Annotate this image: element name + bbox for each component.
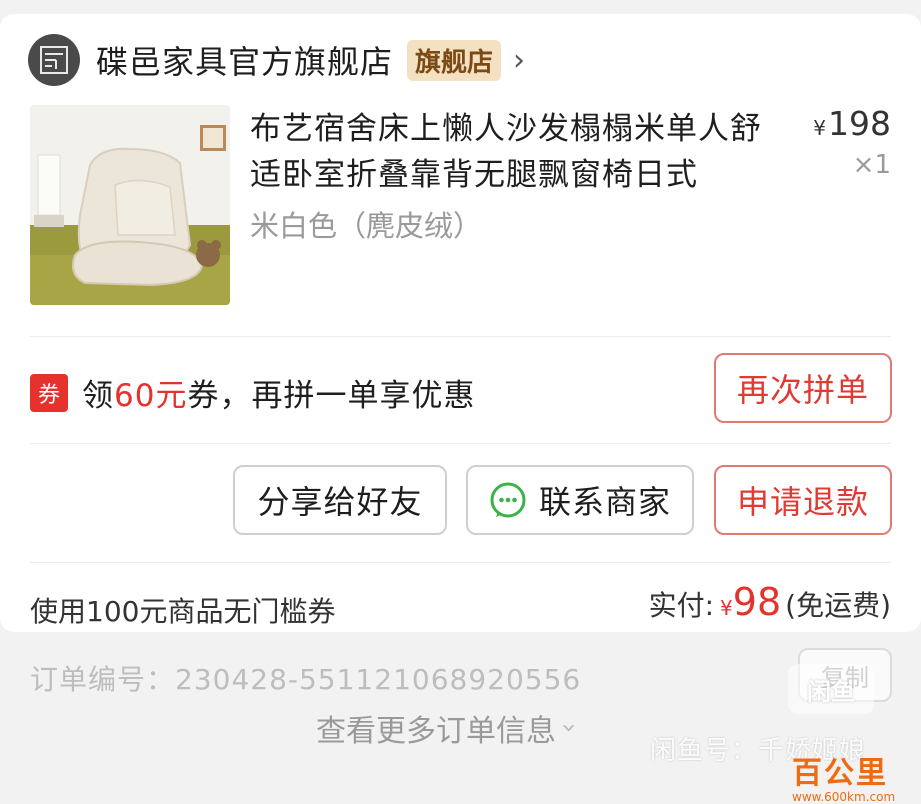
paid-label: 实付:	[648, 589, 715, 622]
product-quantity: ×1	[852, 150, 891, 180]
product-price: ¥198	[813, 104, 891, 143]
contact-seller-button[interactable]: 联系商家	[466, 465, 694, 535]
coupon-text-suffix: 券，再拼一单享优惠	[187, 378, 476, 414]
flagship-badge: 旗舰店	[407, 39, 502, 81]
more-info-label: 查看更多订单信息	[316, 714, 556, 749]
product-variant: 米白色（麂皮绒）	[250, 209, 483, 243]
site-watermark-logo: 百公里 www.600km.com	[792, 748, 895, 804]
paid-currency-symbol: ¥	[720, 596, 733, 620]
shop-header[interactable]: 碟邑家具官方旗舰店 旗舰店 ›	[28, 30, 525, 90]
coupon-tag: 券	[30, 373, 69, 412]
paid-amount: 98	[732, 580, 782, 624]
product-image[interactable]	[30, 105, 230, 305]
shop-name: 碟邑家具官方旗舰店	[96, 43, 394, 81]
shop-logo-icon	[28, 34, 80, 86]
chevron-right-icon: ›	[513, 42, 526, 78]
divider	[30, 562, 891, 563]
chevron-down-icon: ›	[554, 722, 585, 734]
xianyu-watermark-badge: 闲鱼	[788, 664, 874, 714]
price-value: 198	[828, 104, 891, 143]
coupon-amount: 60元	[114, 378, 188, 414]
site-watermark-url: www.600km.com	[792, 790, 896, 804]
share-to-friend-button[interactable]: 分享给好友	[233, 465, 447, 535]
wechat-icon	[490, 482, 526, 518]
regroup-button[interactable]: 再次拼单	[714, 353, 892, 423]
coupon-text: 领60元券，再拼一单享优惠	[82, 370, 475, 415]
site-watermark-name: 百公里	[792, 756, 888, 791]
coupon-promo: 券 领60元券，再拼一单享优惠	[30, 370, 475, 415]
currency-symbol: ¥	[813, 116, 826, 140]
view-more-order-info[interactable]: 查看更多订单信息 ›	[316, 706, 584, 750]
product-title[interactable]: 布艺宿舍床上懒人沙发榻榻米单人舒适卧室折叠靠背无腿飘窗椅日式	[250, 106, 790, 198]
order-number: 订单编号：230428-551121068920556	[30, 663, 582, 696]
refund-button[interactable]: 申请退款	[714, 465, 892, 535]
coupon-used-text: 使用100元商品无门槛券	[30, 595, 336, 628]
divider	[30, 336, 891, 337]
coupon-text-prefix: 领	[82, 378, 115, 414]
contact-seller-label: 联系商家	[538, 483, 671, 521]
divider	[30, 443, 891, 444]
paid-summary: 实付: ¥ 98 (免运费)	[649, 580, 891, 624]
shipping-note: (免运费)	[785, 589, 891, 622]
